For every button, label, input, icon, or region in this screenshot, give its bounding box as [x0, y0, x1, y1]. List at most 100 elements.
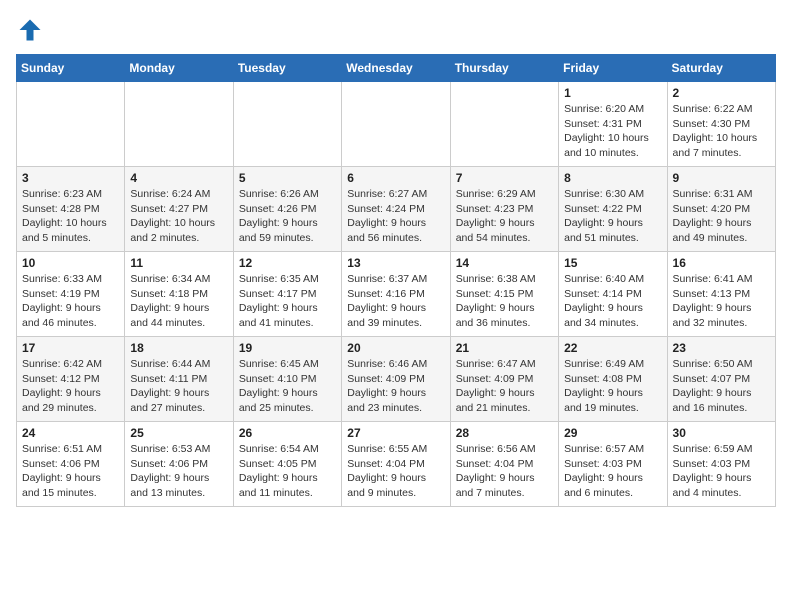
calendar-cell: 9 Sunrise: 6:31 AM Sunset: 4:20 PM Daylig… [667, 167, 775, 252]
day-number: 1 [564, 86, 661, 100]
day-info: Sunrise: 6:30 AM Sunset: 4:22 PM Dayligh… [564, 187, 661, 246]
weekday-header: Monday [125, 55, 233, 82]
day-info: Sunrise: 6:31 AM Sunset: 4:20 PM Dayligh… [673, 187, 770, 246]
week-row: 17 Sunrise: 6:42 AM Sunset: 4:12 PM Dayli… [17, 337, 776, 422]
day-info: Sunrise: 6:55 AM Sunset: 4:04 PM Dayligh… [347, 442, 444, 501]
week-row: 10 Sunrise: 6:33 AM Sunset: 4:19 PM Dayli… [17, 252, 776, 337]
day-number: 12 [239, 256, 336, 270]
day-info: Sunrise: 6:37 AM Sunset: 4:16 PM Dayligh… [347, 272, 444, 331]
day-number: 21 [456, 341, 553, 355]
calendar-cell: 1 Sunrise: 6:20 AM Sunset: 4:31 PM Daylig… [559, 82, 667, 167]
weekday-header: Sunday [17, 55, 125, 82]
day-number: 9 [673, 171, 770, 185]
day-info: Sunrise: 6:40 AM Sunset: 4:14 PM Dayligh… [564, 272, 661, 331]
page-container: SundayMondayTuesdayWednesdayThursdayFrid… [16, 16, 776, 507]
calendar: SundayMondayTuesdayWednesdayThursdayFrid… [16, 54, 776, 507]
day-info: Sunrise: 6:47 AM Sunset: 4:09 PM Dayligh… [456, 357, 553, 416]
day-info: Sunrise: 6:59 AM Sunset: 4:03 PM Dayligh… [673, 442, 770, 501]
calendar-cell: 11Sunrise: 6:34 AM Sunset: 4:18 PM Dayli… [125, 252, 233, 337]
calendar-body: 1 Sunrise: 6:20 AM Sunset: 4:31 PM Daylig… [17, 82, 776, 507]
calendar-cell: 21 Sunrise: 6:47 AM Sunset: 4:09 PM Dayli… [450, 337, 558, 422]
weekday-header: Tuesday [233, 55, 341, 82]
day-info: Sunrise: 6:46 AM Sunset: 4:09 PM Dayligh… [347, 357, 444, 416]
day-number: 8 [564, 171, 661, 185]
day-number: 3 [22, 171, 119, 185]
calendar-cell: 22Sunrise: 6:49 AM Sunset: 4:08 PM Dayli… [559, 337, 667, 422]
calendar-cell [233, 82, 341, 167]
weekday-header: Thursday [450, 55, 558, 82]
calendar-cell: 26 Sunrise: 6:54 AM Sunset: 4:05 PM Dayli… [233, 422, 341, 507]
calendar-cell: 24Sunrise: 6:51 AM Sunset: 4:06 PM Dayli… [17, 422, 125, 507]
day-info: Sunrise: 6:44 AM Sunset: 4:11 PM Dayligh… [130, 357, 227, 416]
logo-icon [16, 16, 44, 44]
day-number: 5 [239, 171, 336, 185]
day-number: 14 [456, 256, 553, 270]
week-row: 3Sunrise: 6:23 AM Sunset: 4:28 PM Daylig… [17, 167, 776, 252]
calendar-cell: 10 Sunrise: 6:33 AM Sunset: 4:19 PM Dayli… [17, 252, 125, 337]
day-info: Sunrise: 6:20 AM Sunset: 4:31 PM Dayligh… [564, 102, 661, 161]
calendar-cell: 25 Sunrise: 6:53 AM Sunset: 4:06 PM Dayli… [125, 422, 233, 507]
day-info: Sunrise: 6:56 AM Sunset: 4:04 PM Dayligh… [456, 442, 553, 501]
day-number: 27 [347, 426, 444, 440]
calendar-cell: 12 Sunrise: 6:35 AM Sunset: 4:17 PM Dayli… [233, 252, 341, 337]
logo [16, 16, 48, 44]
day-info: Sunrise: 6:51 AM Sunset: 4:06 PM Dayligh… [22, 442, 119, 501]
calendar-cell: 28 Sunrise: 6:56 AM Sunset: 4:04 PM Dayli… [450, 422, 558, 507]
day-number: 29 [564, 426, 661, 440]
day-number: 13 [347, 256, 444, 270]
calendar-cell: 5 Sunrise: 6:26 AM Sunset: 4:26 PM Daylig… [233, 167, 341, 252]
day-number: 28 [456, 426, 553, 440]
calendar-cell: 14 Sunrise: 6:38 AM Sunset: 4:15 PM Dayli… [450, 252, 558, 337]
calendar-cell: 4Sunrise: 6:24 AM Sunset: 4:27 PM Daylig… [125, 167, 233, 252]
day-number: 10 [22, 256, 119, 270]
day-number: 26 [239, 426, 336, 440]
calendar-cell [342, 82, 450, 167]
day-info: Sunrise: 6:45 AM Sunset: 4:10 PM Dayligh… [239, 357, 336, 416]
calendar-cell: 20 Sunrise: 6:46 AM Sunset: 4:09 PM Dayli… [342, 337, 450, 422]
weekday-header: Friday [559, 55, 667, 82]
day-number: 17 [22, 341, 119, 355]
day-number: 6 [347, 171, 444, 185]
calendar-cell [125, 82, 233, 167]
calendar-header: SundayMondayTuesdayWednesdayThursdayFrid… [17, 55, 776, 82]
day-info: Sunrise: 6:29 AM Sunset: 4:23 PM Dayligh… [456, 187, 553, 246]
calendar-cell: 17 Sunrise: 6:42 AM Sunset: 4:12 PM Dayli… [17, 337, 125, 422]
week-row: 24Sunrise: 6:51 AM Sunset: 4:06 PM Dayli… [17, 422, 776, 507]
day-info: Sunrise: 6:38 AM Sunset: 4:15 PM Dayligh… [456, 272, 553, 331]
day-info: Sunrise: 6:49 AM Sunset: 4:08 PM Dayligh… [564, 357, 661, 416]
day-info: Sunrise: 6:50 AM Sunset: 4:07 PM Dayligh… [673, 357, 770, 416]
day-number: 23 [673, 341, 770, 355]
day-info: Sunrise: 6:53 AM Sunset: 4:06 PM Dayligh… [130, 442, 227, 501]
calendar-cell: 27 Sunrise: 6:55 AM Sunset: 4:04 PM Dayli… [342, 422, 450, 507]
day-number: 18 [130, 341, 227, 355]
day-number: 25 [130, 426, 227, 440]
day-info: Sunrise: 6:27 AM Sunset: 4:24 PM Dayligh… [347, 187, 444, 246]
calendar-cell [450, 82, 558, 167]
header [16, 16, 776, 44]
week-row: 1 Sunrise: 6:20 AM Sunset: 4:31 PM Daylig… [17, 82, 776, 167]
day-info: Sunrise: 6:42 AM Sunset: 4:12 PM Dayligh… [22, 357, 119, 416]
calendar-cell: 2Sunrise: 6:22 AM Sunset: 4:30 PM Daylig… [667, 82, 775, 167]
calendar-cell [17, 82, 125, 167]
calendar-cell: 29Sunrise: 6:57 AM Sunset: 4:03 PM Dayli… [559, 422, 667, 507]
day-info: Sunrise: 6:35 AM Sunset: 4:17 PM Dayligh… [239, 272, 336, 331]
calendar-cell: 16 Sunrise: 6:41 AM Sunset: 4:13 PM Dayli… [667, 252, 775, 337]
day-number: 16 [673, 256, 770, 270]
day-number: 19 [239, 341, 336, 355]
weekday-header: Saturday [667, 55, 775, 82]
calendar-cell: 18 Sunrise: 6:44 AM Sunset: 4:11 PM Dayli… [125, 337, 233, 422]
day-number: 15 [564, 256, 661, 270]
weekday-header: Wednesday [342, 55, 450, 82]
day-info: Sunrise: 6:54 AM Sunset: 4:05 PM Dayligh… [239, 442, 336, 501]
calendar-cell: 30 Sunrise: 6:59 AM Sunset: 4:03 PM Dayli… [667, 422, 775, 507]
calendar-cell: 13 Sunrise: 6:37 AM Sunset: 4:16 PM Dayli… [342, 252, 450, 337]
day-number: 20 [347, 341, 444, 355]
calendar-cell: 8 Sunrise: 6:30 AM Sunset: 4:22 PM Daylig… [559, 167, 667, 252]
calendar-cell: 7Sunrise: 6:29 AM Sunset: 4:23 PM Daylig… [450, 167, 558, 252]
calendar-cell: 3Sunrise: 6:23 AM Sunset: 4:28 PM Daylig… [17, 167, 125, 252]
calendar-cell: 19 Sunrise: 6:45 AM Sunset: 4:10 PM Dayli… [233, 337, 341, 422]
day-info: Sunrise: 6:41 AM Sunset: 4:13 PM Dayligh… [673, 272, 770, 331]
day-info: Sunrise: 6:26 AM Sunset: 4:26 PM Dayligh… [239, 187, 336, 246]
day-info: Sunrise: 6:33 AM Sunset: 4:19 PM Dayligh… [22, 272, 119, 331]
day-number: 30 [673, 426, 770, 440]
